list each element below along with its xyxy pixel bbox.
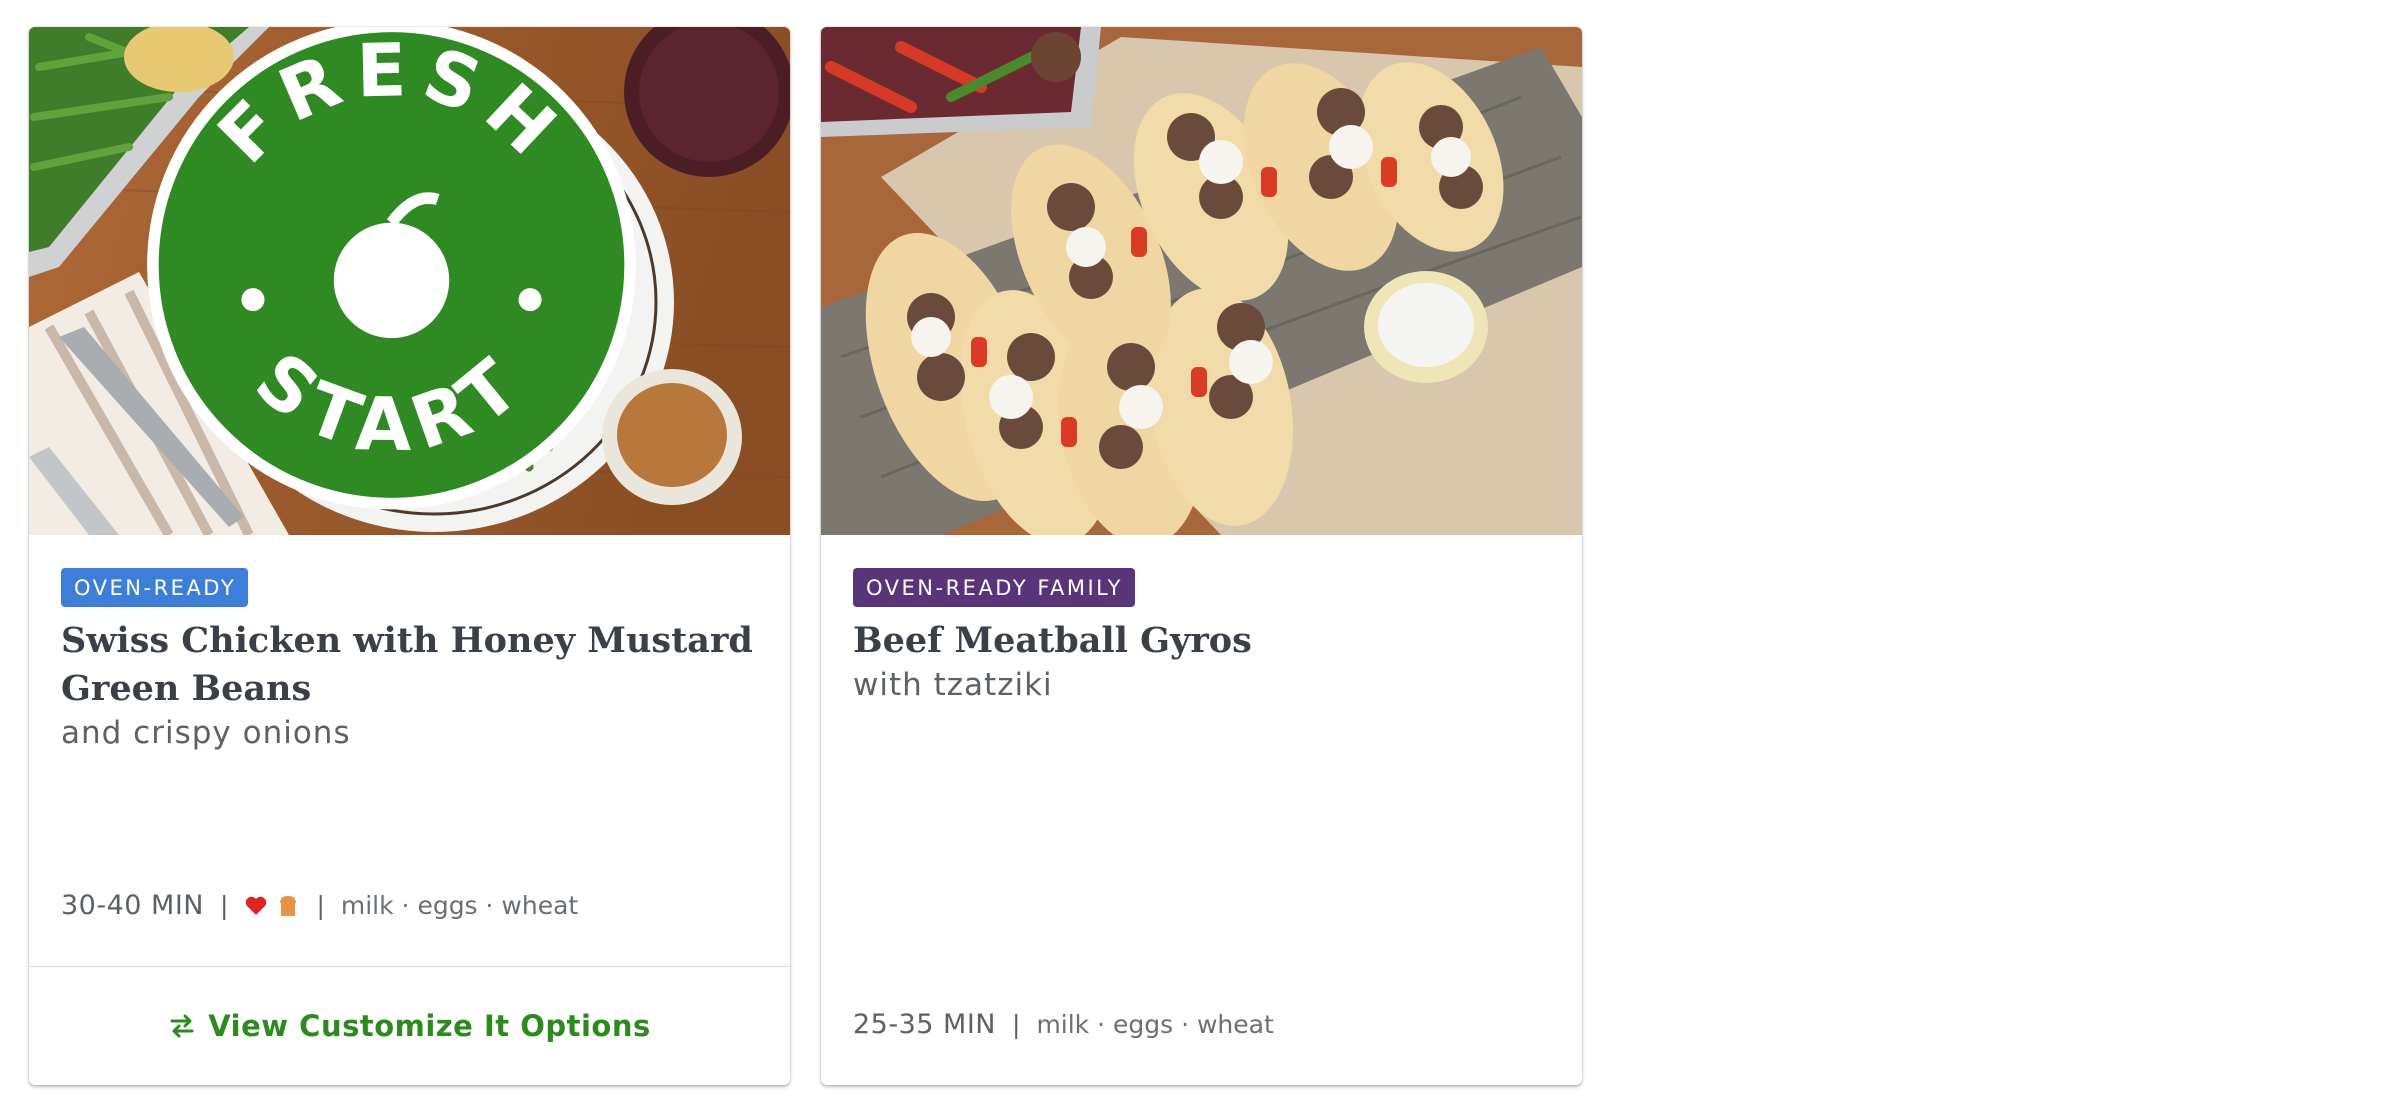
view-customize-options-button[interactable]: View Customize It Options <box>29 966 790 1085</box>
meal-photo[interactable]: FRESH START <box>29 27 790 535</box>
meal-subtitle: and crispy onions <box>61 715 351 751</box>
meta-separator: | <box>316 891 325 920</box>
meal-photo[interactable] <box>821 27 1582 535</box>
meta-separator: | <box>220 891 229 920</box>
meal-title[interactable]: Beef Meatball Gyros <box>853 617 1550 665</box>
meal-card-body: OVEN-READY Swiss Chicken with Honey Must… <box>29 535 790 966</box>
meal-icons <box>244 894 300 918</box>
meal-grid: FRESH START OVEN-READY Swiss Chicken wit… <box>29 27 1582 1085</box>
meta-separator: | <box>1012 1010 1021 1039</box>
meal-subtitle: with tzatziki <box>853 667 1053 703</box>
allergen-list: milk · eggs · wheat <box>1036 1010 1274 1039</box>
toast-icon <box>280 895 297 916</box>
allergen-list: milk · eggs · wheat <box>340 891 579 920</box>
oven-ready-family-tag: OVEN-READY FAMILY <box>853 568 1135 607</box>
meal-card-swiss-chicken[interactable]: FRESH START OVEN-READY Swiss Chicken wit… <box>29 27 790 1085</box>
swap-arrows-icon <box>170 1014 194 1038</box>
meal-meta: 25-35 MIN | milk · eggs · wheat <box>853 1009 1274 1040</box>
meal-card-body: OVEN-READY FAMILY Beef Meatball Gyros wi… <box>821 535 1582 1085</box>
meal-title[interactable]: Swiss Chicken with Honey Mustard Green B… <box>61 617 758 713</box>
cook-time: 25-35 MIN <box>853 1009 996 1040</box>
fresh-start-badge: FRESH START <box>147 27 636 510</box>
meal-card-beef-gyros[interactable]: OVEN-READY FAMILY Beef Meatball Gyros wi… <box>821 27 1582 1085</box>
meal-meta: 30-40 MIN | | milk · eggs · wheat <box>61 890 578 921</box>
meal-image <box>821 27 1582 535</box>
cook-time: 30-40 MIN <box>61 890 204 921</box>
heart-icon <box>246 896 267 915</box>
oven-ready-tag: OVEN-READY <box>61 568 249 607</box>
view-customize-options-label: View Customize It Options <box>208 1009 651 1043</box>
